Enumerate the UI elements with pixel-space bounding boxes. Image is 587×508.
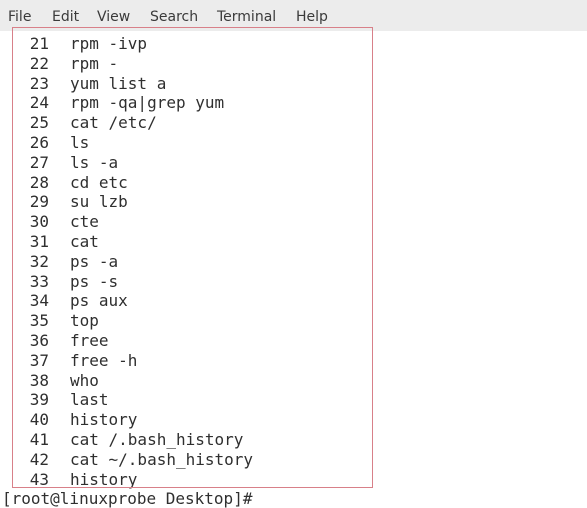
history-number: 38 — [29, 370, 49, 390]
history-number: 34 — [29, 291, 49, 311]
history-line: 34 ps aux — [0, 291, 587, 311]
history-line: 31 cat — [0, 232, 587, 252]
history-command: rpm - — [70, 53, 119, 73]
history-number: 42 — [29, 449, 49, 469]
history-line: 29 su lzb — [0, 192, 587, 212]
history-command: rpm -ivp — [70, 34, 148, 53]
history-line: 21 rpm -ivp — [0, 34, 587, 54]
history-number: 30 — [29, 212, 49, 232]
history-command: cat ~/.bash_history — [70, 449, 254, 469]
history-line: 27 ls -a — [0, 153, 587, 173]
history-number: 36 — [29, 331, 49, 350]
menu-help[interactable]: Help — [296, 8, 328, 26]
history-command: ls — [70, 133, 90, 152]
history-line: 36 free — [0, 331, 587, 351]
history-line: 25 cat /etc/ — [0, 113, 587, 133]
history-line: 40 history — [0, 410, 587, 430]
history-command: history — [70, 410, 138, 430]
history-line: 24 rpm -qa|grep yum — [0, 93, 587, 113]
history-number: 32 — [29, 251, 49, 271]
history-number: 41 — [29, 430, 49, 449]
history-number: 40 — [29, 410, 49, 430]
history-line: 38 who — [0, 371, 587, 391]
menu-file[interactable]: File — [8, 8, 31, 26]
history-line: 30 cte — [0, 212, 587, 232]
menu-terminal[interactable]: Terminal — [217, 8, 276, 26]
history-line: 26 ls — [0, 133, 587, 153]
history-line: 43 history — [0, 470, 587, 490]
history-command: top — [70, 311, 99, 331]
history-command: su lzb — [70, 192, 128, 212]
history-number: 37 — [29, 350, 49, 370]
history-command: cte — [70, 212, 99, 232]
history-line: 42 cat ~/.bash_history — [0, 450, 587, 470]
terminal-output[interactable]: 21 rpm -ivp 22 rpm - 23 yum list a 24 rpm -qa|g… — [0, 31, 587, 508]
history-number: 22 — [29, 53, 49, 73]
menu-view[interactable]: View — [97, 8, 130, 26]
history-command: cat — [70, 232, 99, 251]
history-line: 35 top — [0, 311, 587, 331]
history-number: 29 — [29, 192, 49, 212]
history-command: cat /.bash_history — [70, 430, 244, 449]
history-command: ps aux — [70, 291, 128, 311]
history-line: 28 cd etc — [0, 173, 587, 193]
history-command: cd etc — [70, 172, 128, 192]
history-command: rpm -qa|grep yum — [70, 93, 225, 113]
history-number: 33 — [29, 271, 49, 291]
history-number: 27 — [29, 152, 49, 172]
history-number: 23 — [29, 73, 49, 93]
history-line: 33 ps -s — [0, 272, 587, 292]
history-number: 21 — [29, 34, 49, 53]
shell-prompt[interactable]: [root@linuxprobe Desktop]# — [2, 489, 252, 508]
history-command: free -h — [70, 350, 138, 370]
history-line: 37 free -h — [0, 351, 587, 371]
history-command: cat /etc/ — [70, 113, 157, 133]
history-line: 23 yum list a — [0, 74, 587, 94]
history-line: 41 cat /.bash_history — [0, 430, 587, 450]
history-command: free — [70, 331, 109, 350]
history-command: ps -a — [70, 251, 119, 271]
history-line: 39 last — [0, 390, 587, 410]
history-command: last — [70, 390, 109, 410]
history-number: 39 — [29, 390, 49, 410]
history-command: yum list a — [70, 73, 167, 93]
history-command: who — [70, 370, 99, 390]
history-number: 24 — [29, 93, 49, 113]
history-command: history — [70, 469, 138, 489]
history-number: 28 — [29, 172, 49, 192]
history-number: 31 — [29, 232, 49, 251]
history-line: 22 rpm - — [0, 54, 587, 74]
history-number: 26 — [29, 133, 49, 152]
history-number: 35 — [29, 311, 49, 331]
history-number: 43 — [29, 469, 49, 489]
menu-bar: File Edit View Search Terminal Help — [0, 0, 587, 31]
terminal-window: File Edit View Search Terminal Help 21 rp… — [0, 0, 587, 508]
menu-search[interactable]: Search — [150, 8, 198, 26]
history-command: ps -s — [70, 271, 119, 291]
menu-edit[interactable]: Edit — [52, 8, 79, 26]
history-command: ls -a — [70, 152, 119, 172]
history-number: 25 — [29, 113, 49, 133]
history-line: 32 ps -a — [0, 252, 587, 272]
